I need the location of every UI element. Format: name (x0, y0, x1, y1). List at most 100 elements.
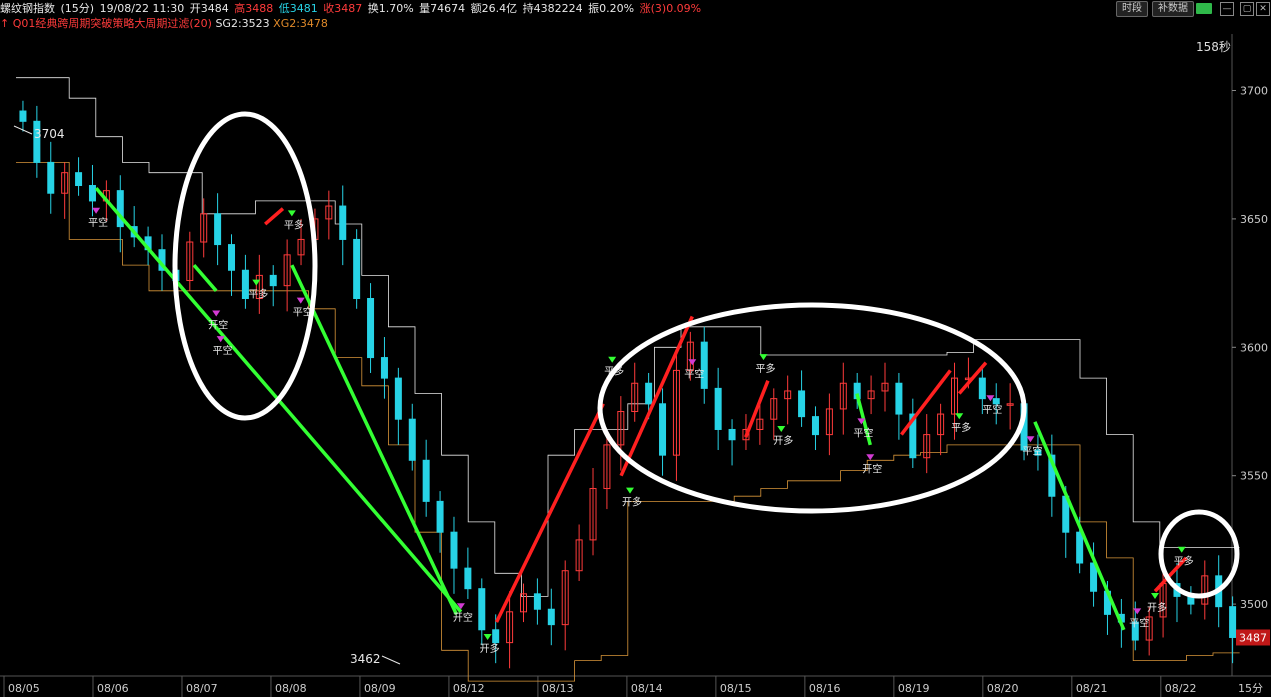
instrument-name: 螺纹钢指数 (0, 2, 55, 15)
signal-label: 平空 (1022, 444, 1042, 457)
candle-down (436, 500, 444, 533)
min-price-pointer (381, 655, 401, 665)
max-price-label: 3704 (34, 127, 65, 141)
candle-down (75, 172, 83, 187)
signal-label: 开空 (862, 462, 882, 475)
y-tick-label: 3650 (1240, 213, 1268, 226)
trend-line-short (290, 264, 459, 616)
signal-label: 平空 (1129, 616, 1149, 629)
x-tick-label: 08/08 (275, 682, 307, 695)
signal-arrow-icon (1133, 608, 1142, 615)
signal-label: 平多 (951, 421, 971, 434)
xg2-value: XG2:3478 (273, 17, 328, 30)
signal-arrow-icon (1151, 592, 1160, 599)
candle-down (339, 205, 347, 240)
trend-line-short (192, 263, 218, 292)
candle-down (478, 588, 486, 631)
indicator-arrow-icon: ↑ (0, 17, 10, 30)
signal-label: 平多 (284, 218, 304, 231)
candle-down (728, 428, 736, 441)
candle-down (214, 213, 222, 246)
y-tick-label: 3550 (1240, 470, 1268, 483)
x-tick-label: 08/16 (809, 682, 841, 695)
signal-arrow-icon (759, 354, 768, 361)
close-icon[interactable]: ✕ (1256, 2, 1270, 16)
signal-arrow-icon (287, 210, 296, 217)
minimize-icon[interactable]: — (1220, 2, 1234, 16)
signal-label: 平空 (684, 367, 704, 380)
signal-arrow-icon (688, 359, 697, 366)
candle-down (408, 418, 416, 461)
signal-label: 开多 (1147, 601, 1167, 614)
signal-label: 开空 (208, 318, 228, 331)
highlight-circle (1158, 509, 1240, 599)
min-price-label: 3462 (350, 652, 381, 666)
candle-down (367, 298, 375, 359)
candle-down (422, 459, 430, 502)
settings-icon[interactable]: ▢ (1240, 2, 1254, 16)
signal-label: 开多 (622, 496, 642, 509)
candle-down (450, 531, 458, 569)
x-tick-label: 08/22 (1165, 682, 1197, 695)
volume-value: 量74674 (419, 2, 466, 15)
candle-down (547, 608, 555, 626)
candle-down (380, 357, 388, 379)
candle-down (1076, 531, 1084, 564)
signal-arrow-icon (216, 336, 225, 343)
y-tick-label: 3500 (1240, 598, 1268, 611)
change-value: 涨(3)0.09% (639, 2, 702, 15)
signal-arrow-icon (212, 310, 221, 317)
candle-down (353, 238, 361, 300)
candle-down (895, 382, 903, 415)
candle-down (464, 567, 472, 590)
candle-down (492, 629, 500, 644)
sg2-value: SG2:3523 (215, 17, 270, 30)
open-value: 开3484 (189, 2, 229, 15)
high-value: 高3488 (234, 2, 274, 15)
x-tick-label: 08/20 (987, 682, 1019, 695)
candle-down (19, 110, 27, 122)
candle-down (798, 390, 806, 418)
data-icon[interactable] (1196, 3, 1212, 14)
x-tick-label: 08/15 (720, 682, 752, 695)
candle-down (978, 377, 986, 400)
period-axis-label: 15分 (1238, 682, 1263, 695)
candle-down (992, 398, 1000, 405)
candle-down (1229, 606, 1237, 638)
candle-down (714, 387, 722, 430)
trend-line-long (494, 403, 605, 623)
last-price-label: 3487 (1239, 631, 1267, 644)
period-label: (15分) (60, 2, 95, 15)
position-value: 持4382224 (522, 2, 583, 15)
x-tick-label: 08/21 (1076, 682, 1108, 695)
indicator-header: ↑ Q01经典跨周期突破策略大周期过滤(20) SG2:3523 XG2:347… (0, 16, 328, 32)
x-tick-label: 08/19 (898, 682, 930, 695)
x-tick-label: 08/05 (8, 682, 40, 695)
x-tick-label: 08/07 (186, 682, 218, 695)
x-tick-label: 08/14 (631, 682, 663, 695)
time-segment-button[interactable]: 时段 (1116, 1, 1148, 17)
amplitude-value: 振0.20% (588, 2, 635, 15)
x-tick-label: 08/06 (97, 682, 129, 695)
candlestick-chart[interactable]: 3700 3650 3600 3550 3500 08/05 08/06 08/07 08/08… (0, 0, 1271, 697)
signal-arrow-icon (483, 634, 492, 641)
candle-down (533, 593, 541, 610)
fill-data-button[interactable]: 补数据 (1152, 1, 1194, 17)
signal-label: 开多 (773, 434, 793, 447)
signal-label: 平空 (853, 426, 873, 439)
trend-line-long (264, 207, 285, 226)
candle-down (88, 185, 96, 202)
x-tick-label: 08/12 (453, 682, 485, 695)
candle-down (700, 341, 708, 389)
trend-line-long (900, 369, 952, 436)
indicator-name[interactable]: Q01经典跨周期突破策略大周期过滤(20) (13, 17, 212, 30)
signal-arrow-icon (866, 454, 875, 461)
signal-arrow-icon (777, 426, 786, 433)
signal-arrow-icon (626, 487, 634, 494)
signal-label: 平空 (213, 344, 233, 357)
turnover-value: 换1.70% (367, 2, 414, 15)
x-tick-label: 08/09 (364, 682, 396, 695)
signal-label: 平多 (1174, 555, 1194, 568)
signal-arrow-icon (296, 297, 305, 304)
signal-arrow-icon (608, 356, 617, 363)
